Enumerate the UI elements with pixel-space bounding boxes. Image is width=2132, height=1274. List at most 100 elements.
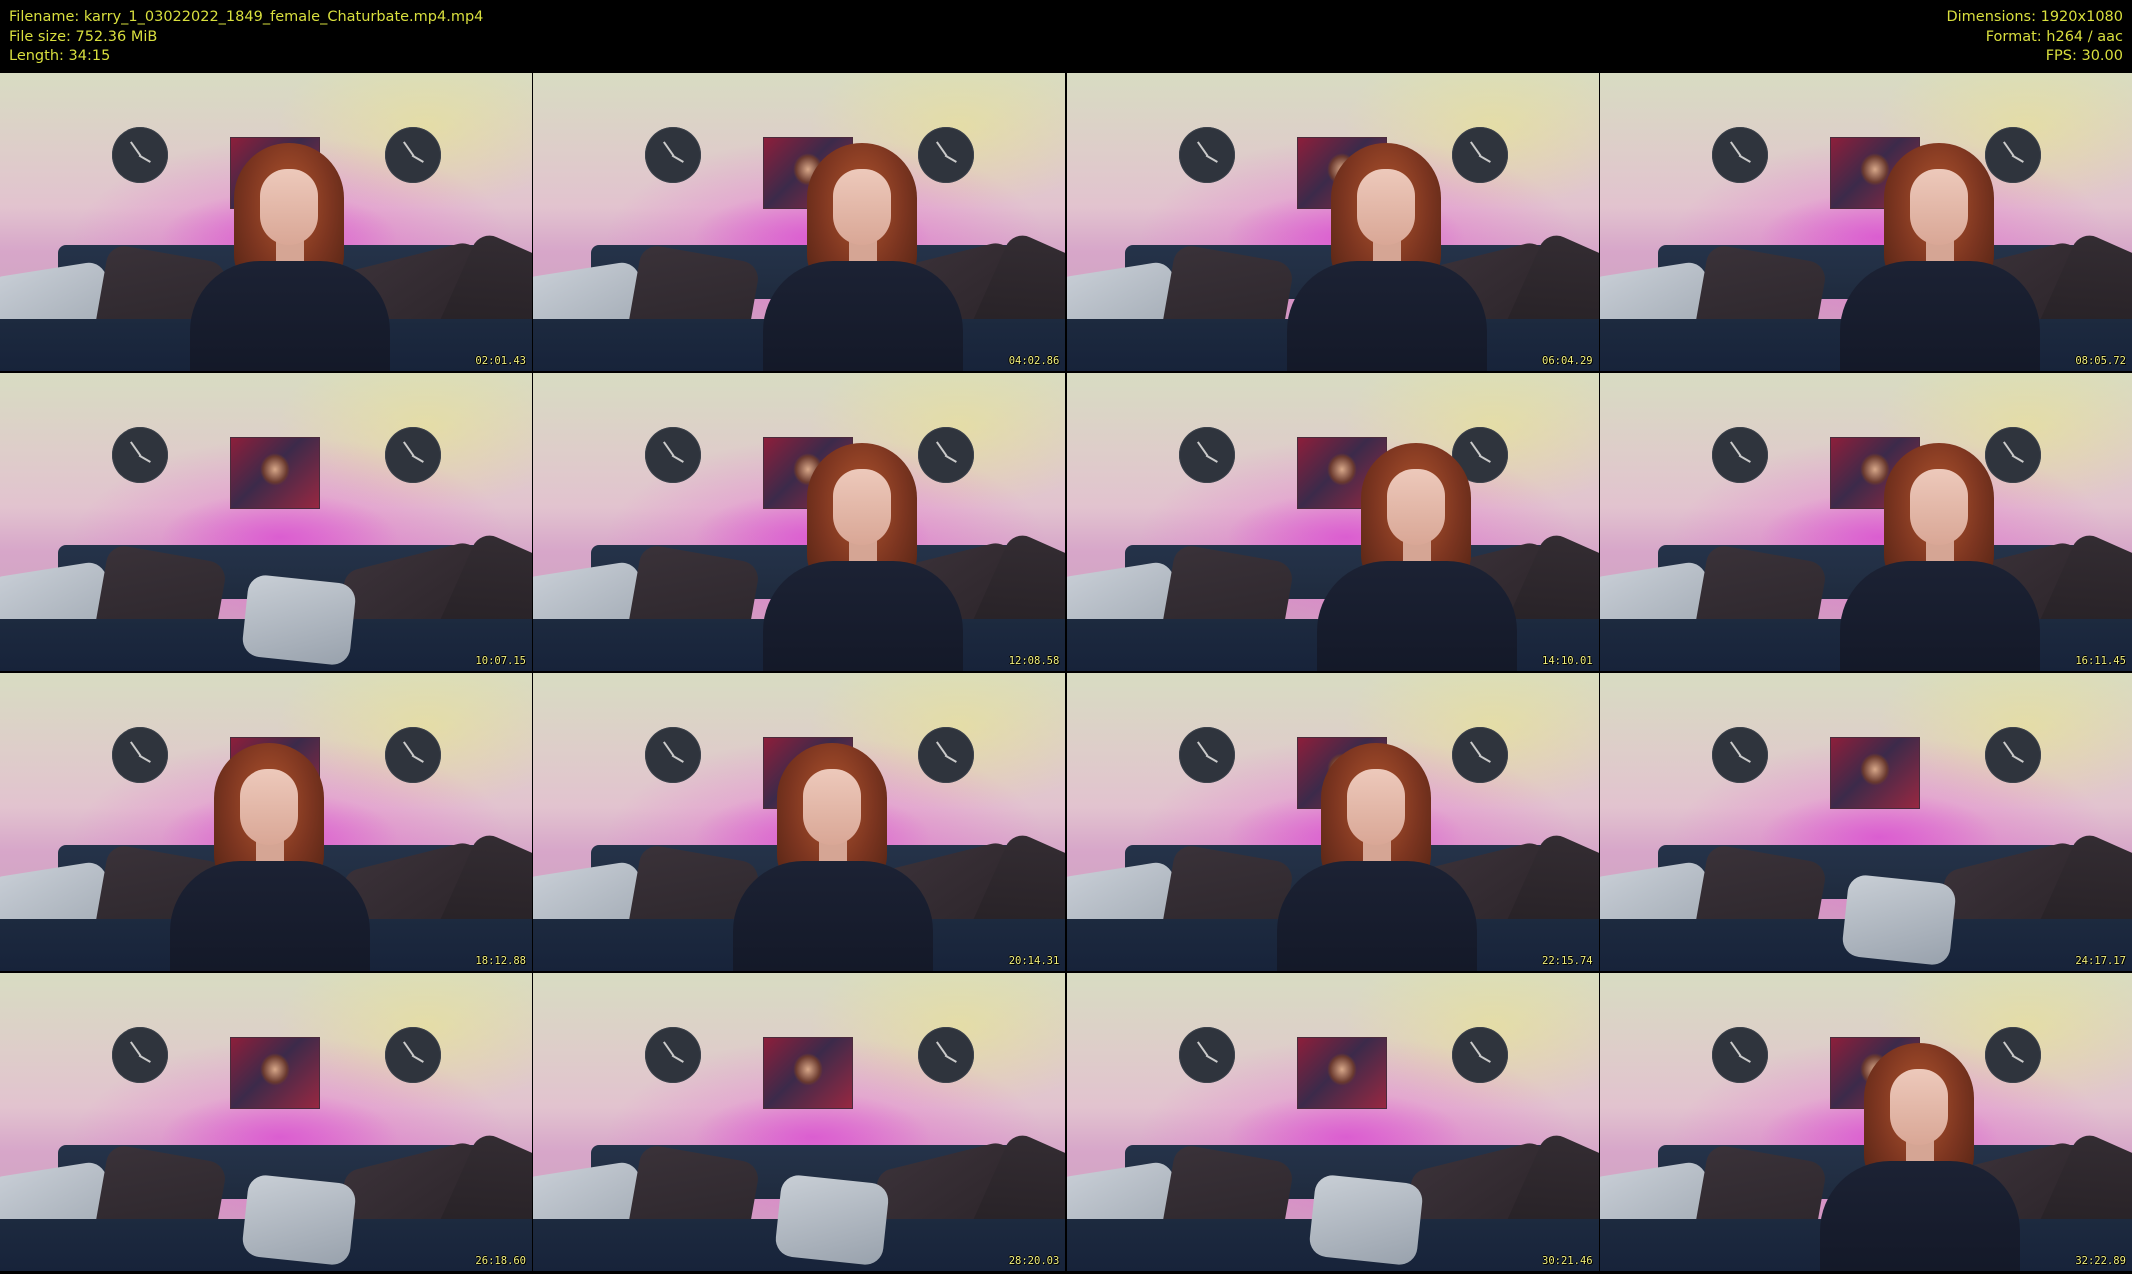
frame-timestamp: 04:02.86 — [1008, 355, 1060, 367]
person-face — [1356, 169, 1415, 245]
person-face — [1386, 469, 1445, 545]
wall-clock-icon — [385, 1027, 441, 1083]
video-thumbnail-frame: 12:08.58 — [533, 373, 1066, 671]
frame-timestamp: 20:14.31 — [1008, 955, 1060, 967]
person-figure — [1316, 443, 1517, 671]
frame-timestamp: 10:07.15 — [475, 655, 526, 667]
frame-timestamp: 30:21.46 — [1542, 1255, 1593, 1267]
wall-painting — [1296, 1037, 1387, 1109]
wall-clock-icon — [1711, 1027, 1768, 1083]
frame-timestamp: 08:05.72 — [2075, 355, 2126, 367]
person-face — [833, 169, 892, 245]
wall-clock-icon — [112, 727, 168, 783]
person-figure — [763, 143, 964, 371]
person-body — [1316, 561, 1517, 671]
sofa-pillow — [1840, 873, 1957, 967]
wall-painting — [1829, 737, 1920, 809]
video-thumbnail-frame: 08:05.72 — [1599, 73, 2132, 371]
person-figure — [1839, 443, 2040, 671]
person-body — [1286, 261, 1487, 371]
wall-painting — [230, 1037, 320, 1109]
wall-painting — [763, 1037, 854, 1109]
length-text: Length: 34:15 — [9, 48, 111, 64]
person-face — [1889, 1069, 1948, 1145]
frame-timestamp: 18:12.88 — [475, 955, 526, 967]
person-face — [260, 169, 318, 245]
wall-clock-icon — [1984, 727, 2041, 783]
person-face — [833, 469, 892, 545]
video-thumbnail-frame: 22:15.74 — [1066, 673, 1599, 971]
wall-clock-icon — [1178, 727, 1235, 783]
video-thumbnail-frame: 28:20.03 — [533, 973, 1066, 1271]
wall-clock-icon — [645, 127, 702, 183]
video-thumbnail-frame: 30:21.46 — [1066, 973, 1599, 1271]
wall-clock-icon — [1711, 727, 1768, 783]
person-face — [240, 769, 298, 845]
person-body — [1839, 261, 2040, 371]
person-figure — [1839, 143, 2040, 371]
person-figure — [1286, 143, 1487, 371]
frame-timestamp: 06:04.29 — [1542, 355, 1593, 367]
video-thumbnail-frame: 26:18.60 — [0, 973, 532, 1271]
video-thumbnail-frame: 04:02.86 — [533, 73, 1066, 371]
wall-painting — [230, 437, 320, 509]
video-thumbnail-frame: 20:14.31 — [533, 673, 1066, 971]
person-body — [170, 861, 370, 971]
wall-clock-icon — [385, 727, 441, 783]
person-body — [733, 861, 934, 971]
filename-text: Filename: karry_1_03022022_1849_female_C… — [9, 9, 484, 25]
wall-clock-icon — [112, 1027, 168, 1083]
person-face — [1346, 769, 1405, 845]
person-figure — [733, 743, 934, 971]
video-thumbnail-frame: 24:17.17 — [1599, 673, 2132, 971]
video-thumbnail-frame: 06:04.29 — [1066, 73, 1599, 371]
filesize-text: File size: 752.36 MiB — [9, 28, 158, 45]
wall-clock-icon — [1178, 427, 1235, 483]
sofa-pillow — [1307, 1173, 1424, 1267]
person-figure — [1276, 743, 1477, 971]
wall-clock-icon — [1178, 127, 1235, 183]
format-text: Format: h264 / aac — [1985, 28, 2123, 45]
wall-clock-icon — [385, 427, 441, 483]
wall-clock-icon — [1711, 127, 1768, 183]
frame-timestamp: 14:10.01 — [1542, 655, 1593, 667]
person-figure — [190, 143, 390, 371]
sofa-pillow — [774, 1173, 891, 1267]
wall-clock-icon — [1451, 1027, 1508, 1083]
video-thumbnail-frame: 16:11.45 — [1599, 373, 2132, 671]
person-figure — [763, 443, 964, 671]
frame-timestamp: 16:11.45 — [2075, 655, 2126, 667]
video-thumbnail-frame: 14:10.01 — [1066, 373, 1599, 671]
person-face — [1909, 169, 1968, 245]
person-figure — [1819, 1043, 2020, 1271]
wall-clock-icon — [385, 127, 441, 183]
thumbnail-grid: 02:01.43 04:02.86 06:04.29 08:05.72 10:07.15… — [0, 73, 2132, 1274]
wall-clock-icon — [112, 127, 168, 183]
frame-timestamp: 28:20.03 — [1008, 1255, 1060, 1267]
person-body — [763, 561, 964, 671]
person-body — [1276, 861, 1477, 971]
wall-clock-icon — [112, 427, 168, 483]
dimensions-text: Dimensions: 1920x1080 — [1946, 9, 2123, 25]
person-figure — [170, 743, 370, 971]
wall-clock-icon — [1178, 1027, 1235, 1083]
wall-clock-icon — [645, 427, 702, 483]
video-thumbnail-frame: 32:22.89 — [1599, 973, 2132, 1271]
video-thumbnail-frame: 18:12.88 — [0, 673, 532, 971]
frame-timestamp: 24:17.17 — [2075, 955, 2126, 967]
wall-clock-icon — [645, 1027, 702, 1083]
person-body — [190, 261, 390, 371]
video-thumbnail-frame: 02:01.43 — [0, 73, 532, 371]
person-face — [803, 769, 862, 845]
video-thumbnail-frame: 10:07.15 — [0, 373, 532, 671]
frame-timestamp: 22:15.74 — [1542, 955, 1593, 967]
info-header: Filename: karry_1_03022022_1849_female_C… — [0, 0, 2132, 73]
frame-timestamp: 26:18.60 — [475, 1255, 526, 1267]
file-info-left: Filename: karry_1_03022022_1849_female_C… — [9, 8, 483, 67]
frame-timestamp: 02:01.43 — [475, 355, 526, 367]
wall-clock-icon — [645, 727, 702, 783]
file-info-right: Dimensions: 1920x1080 Format: h264 / aac… — [1946, 8, 2123, 67]
frame-timestamp: 12:08.58 — [1008, 655, 1060, 667]
wall-clock-icon — [1711, 427, 1768, 483]
fps-text: FPS: 30.00 — [2045, 48, 2123, 64]
